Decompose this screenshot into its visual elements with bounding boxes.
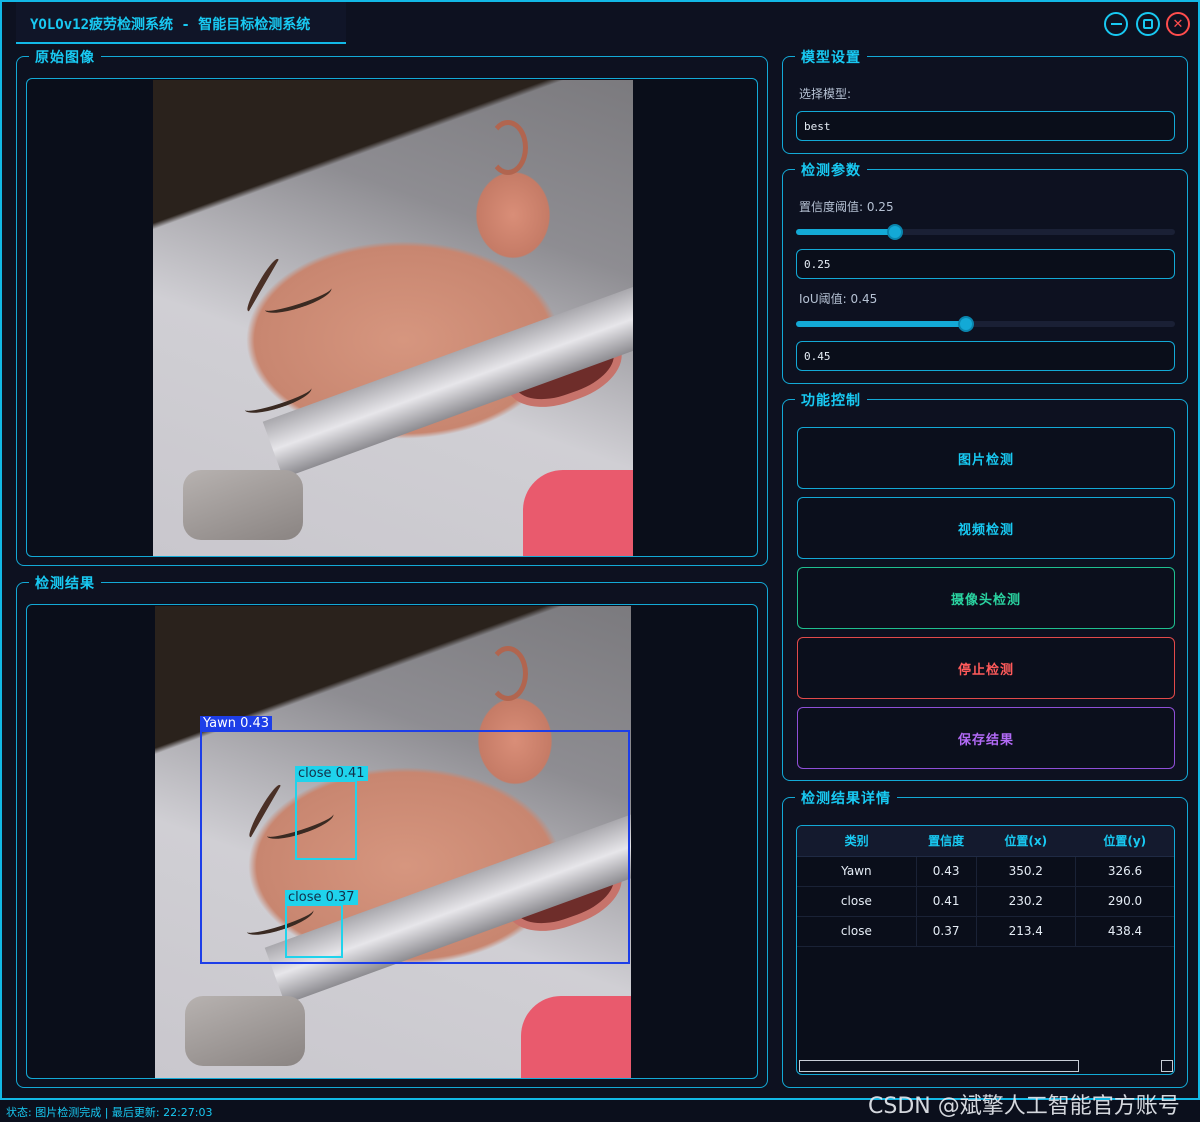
video-detect-button[interactable]: 视频检测	[797, 497, 1175, 559]
select-model-label: 选择模型:	[799, 87, 852, 101]
cell-class: Yawn	[797, 856, 917, 887]
detection-result-group: 检测结果 Yawn 0.43 close 0.41 close 0.37	[16, 573, 768, 1088]
image-detect-button[interactable]: 图片检测	[797, 427, 1175, 489]
original-image-frame	[26, 78, 758, 557]
minimize-icon	[1110, 23, 1122, 25]
original-image-group: 原始图像	[16, 47, 768, 566]
detection-details-title: 检测结果详情	[795, 788, 897, 808]
detection-details-group: 检测结果详情 类别 置信度 位置(x) 位置(y) Yawn 0.43 350.…	[782, 788, 1188, 1088]
scroll-right-icon[interactable]	[1161, 1060, 1173, 1072]
detection-params-group: 检测参数 置信度阈值: 0.25 0.25 IoU阈值: 0.45 0.45	[782, 160, 1188, 384]
column-header-y[interactable]: 位置(y)	[1075, 826, 1174, 857]
original-image	[153, 80, 633, 556]
cell-x: 213.4	[976, 916, 1076, 947]
column-header-class[interactable]: 类别	[797, 826, 917, 857]
detection-details-table[interactable]: 类别 置信度 位置(x) 位置(y) Yawn 0.43 350.2 326.6…	[796, 825, 1175, 1075]
title-bar[interactable]: YOLOv12疲劳检测系统 - 智能目标检测系统 ✕	[2, 2, 1198, 44]
confidence-slider-handle[interactable]	[887, 224, 903, 240]
confidence-input[interactable]: 0.25	[796, 249, 1175, 279]
iou-label: IoU阈值: 0.45	[799, 292, 878, 306]
column-header-confidence[interactable]: 置信度	[916, 826, 977, 857]
cell-y: 326.6	[1075, 856, 1174, 887]
table-header-row: 类别 置信度 位置(x) 位置(y)	[797, 826, 1174, 857]
iou-slider-fill	[796, 321, 967, 327]
maximize-button[interactable]	[1136, 12, 1160, 36]
detection-box-close: close 0.41	[295, 766, 368, 860]
detection-result-title: 检测结果	[29, 573, 101, 593]
detection-label: Yawn 0.43	[200, 716, 273, 731]
iou-input[interactable]: 0.45	[796, 341, 1175, 371]
detection-box-yawn: Yawn 0.43	[200, 716, 630, 964]
result-image: Yawn 0.43 close 0.41 close 0.37	[155, 606, 631, 1078]
detection-params-title: 检测参数	[795, 160, 867, 180]
minimize-button[interactable]	[1104, 12, 1128, 36]
camera-detect-button[interactable]: 摄像头检测	[797, 567, 1175, 629]
iou-slider[interactable]	[796, 316, 1175, 332]
save-result-button[interactable]: 保存结果	[797, 707, 1175, 769]
table-row[interactable]: close 0.41 230.2 290.0	[797, 886, 1174, 917]
model-settings-group: 模型设置 选择模型: best	[782, 47, 1188, 154]
cell-x: 230.2	[976, 886, 1076, 917]
stop-detect-button[interactable]: 停止检测	[797, 637, 1175, 699]
function-control-title: 功能控制	[795, 390, 867, 410]
watermark: CSDN @斌擎人工智能官方账号	[868, 1094, 1180, 1119]
detection-result-frame: Yawn 0.43 close 0.41 close 0.37	[26, 604, 758, 1079]
function-control-group: 功能控制 图片检测 视频检测 摄像头检测 停止检测 保存结果	[782, 390, 1188, 781]
cell-x: 350.2	[976, 856, 1076, 887]
results-table: 类别 置信度 位置(x) 位置(y) Yawn 0.43 350.2 326.6…	[797, 826, 1174, 947]
cell-confidence: 0.37	[916, 916, 977, 947]
cell-class: close	[797, 916, 917, 947]
confidence-slider-fill	[796, 229, 896, 235]
table-row[interactable]: Yawn 0.43 350.2 326.6	[797, 856, 1174, 887]
cell-confidence: 0.41	[916, 886, 977, 917]
cell-y: 290.0	[1075, 886, 1174, 917]
detection-label: close 0.37	[285, 890, 358, 905]
column-header-x[interactable]: 位置(x)	[976, 826, 1076, 857]
cell-class: close	[797, 886, 917, 917]
model-settings-title: 模型设置	[795, 47, 867, 67]
cell-confidence: 0.43	[916, 856, 977, 887]
horizontal-scrollbar[interactable]	[799, 1060, 1079, 1072]
app-window: YOLOv12疲劳检测系统 - 智能目标检测系统 ✕ 原始图像 检测结果 Yaw…	[0, 0, 1200, 1100]
maximize-icon	[1143, 19, 1153, 29]
model-select[interactable]: best	[796, 111, 1175, 141]
original-image-title: 原始图像	[29, 47, 101, 67]
confidence-label: 置信度阈值: 0.25	[799, 200, 894, 214]
window-title: YOLOv12疲劳检测系统 - 智能目标检测系统	[30, 17, 311, 33]
table-row[interactable]: close 0.37 213.4 438.4	[797, 916, 1174, 947]
title-tab: YOLOv12疲劳检测系统 - 智能目标检测系统	[16, 2, 346, 44]
cell-y: 438.4	[1075, 916, 1174, 947]
close-icon: ✕	[1172, 16, 1184, 32]
detection-label: close 0.41	[295, 766, 368, 781]
detection-box-close: close 0.37	[285, 890, 358, 958]
close-button[interactable]: ✕	[1166, 12, 1190, 36]
iou-slider-handle[interactable]	[958, 316, 974, 332]
status-text: 状态: 图片检测完成 | 最后更新: 22:27:03	[6, 1106, 213, 1119]
confidence-slider[interactable]	[796, 224, 1175, 240]
